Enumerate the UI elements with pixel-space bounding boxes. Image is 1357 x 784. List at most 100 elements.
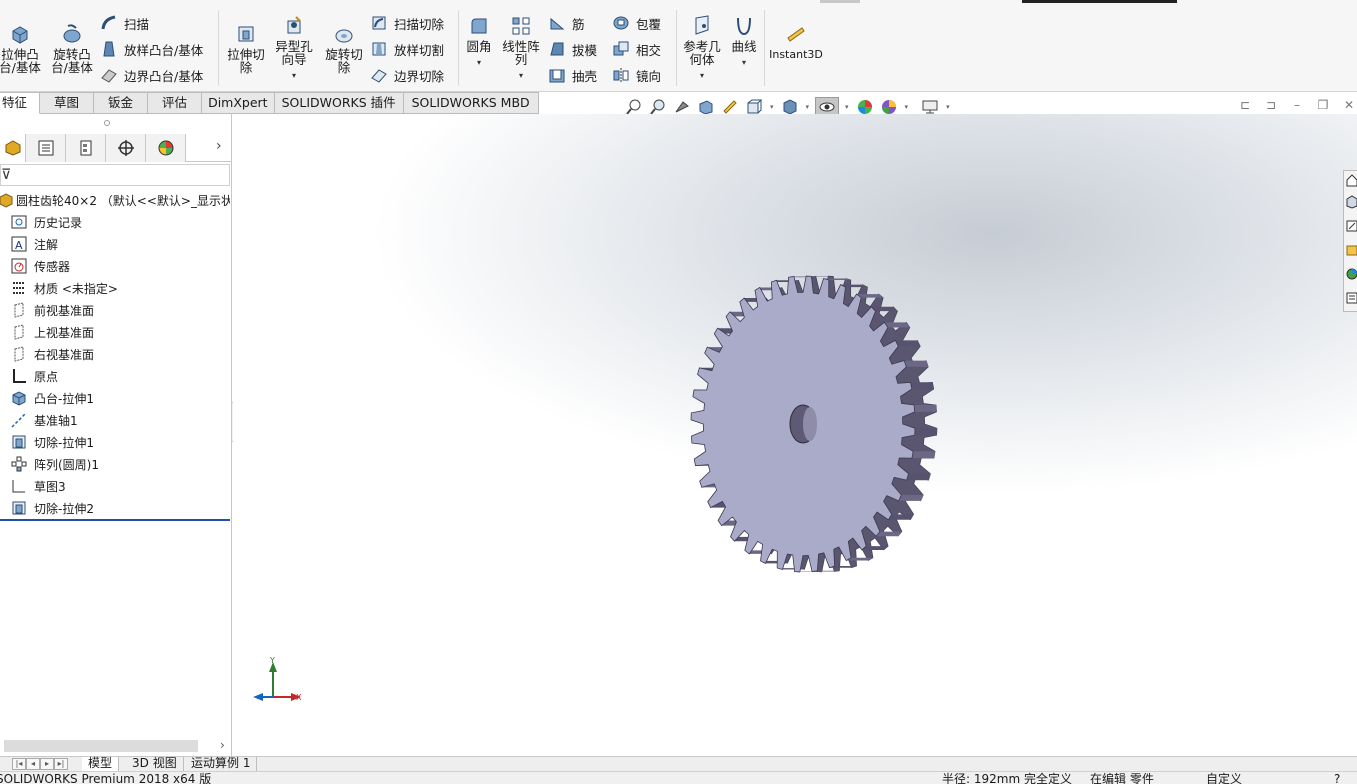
curves-button[interactable]: 曲线 ▾ [728, 14, 760, 69]
panel-grip[interactable] [104, 120, 110, 126]
design-library-icon[interactable] [1346, 219, 1357, 233]
extrude-boss-label: 拉伸凸 台/基体 [0, 47, 41, 75]
tree-item[interactable]: 历史记录 [0, 211, 230, 233]
more-tabs-chevron-icon[interactable]: › [216, 138, 222, 154]
extrude-boss-button[interactable]: 拉伸凸 台/基体 [0, 22, 42, 74]
wrap-button[interactable]: 包覆 [612, 13, 661, 33]
close-icon[interactable]: ✕ [1342, 98, 1356, 112]
graphics-area[interactable]: Y X [233, 114, 1357, 756]
first-tab-arrow-icon[interactable]: |◂ [12, 758, 26, 770]
tab-sketch[interactable]: 草图 [40, 92, 95, 114]
mirror-button[interactable]: 镜向 [612, 65, 661, 85]
tab-3d-views[interactable]: 3D 视图 [126, 757, 184, 771]
tree-item[interactable]: 前视基准面 [0, 299, 230, 321]
custom-properties-icon[interactable] [1346, 291, 1357, 305]
configuration-manager-tab[interactable] [66, 134, 106, 162]
ribbon-separator [218, 10, 219, 86]
restore-left-icon[interactable]: ⊏ [1238, 98, 1252, 112]
linear-pattern-dropdown[interactable]: ▾ [519, 69, 523, 82]
tab-motion-study[interactable]: 运动算例 1 [185, 757, 258, 771]
tree-item[interactable]: 草图3 [0, 475, 230, 497]
draft-button[interactable]: 拔模 [548, 39, 597, 59]
maximize-icon[interactable]: ❐ [1316, 98, 1330, 112]
appearances-icon[interactable] [1346, 267, 1357, 281]
tree-item[interactable]: 材质 <未指定> [0, 277, 230, 299]
extrude-boss-icon [12, 26, 28, 44]
lofted-cut-button[interactable]: 放样切割 [370, 39, 444, 59]
tree-root-part[interactable]: 圆柱齿轮40×2 （默认<<默认>_显示状态 [0, 189, 230, 211]
tree-item[interactable]: A 注解 [0, 233, 230, 255]
tab-evaluate[interactable]: 评估 [148, 92, 203, 114]
next-tab-arrow-icon[interactable]: ▸ [40, 758, 54, 770]
units-custom[interactable]: 自定义 [1206, 772, 1242, 784]
linear-pattern-label: 线性阵 列 [502, 39, 540, 67]
reference-geometry-dropdown[interactable]: ▾ [700, 69, 704, 82]
display-style-dropdown[interactable]: ▾ [806, 103, 810, 111]
tree-item[interactable]: 切除-拉伸2 [0, 497, 230, 519]
shell-button[interactable]: 抽壳 [548, 65, 597, 85]
extrude-cut-button[interactable]: 拉伸切 除 [224, 22, 268, 74]
gear-tooth-side [898, 494, 924, 501]
rib-button[interactable]: 筋 [548, 13, 585, 33]
tree-item[interactable]: 切除-拉伸1 [0, 431, 230, 453]
property-manager-tab[interactable] [26, 134, 66, 162]
tab-model[interactable]: 模型 [82, 757, 120, 771]
instant3d-icon [787, 27, 805, 42]
minimize-icon[interactable]: – [1290, 98, 1304, 112]
hole-wizard-button[interactable]: 异型孔 向导 ▾ [272, 14, 316, 82]
feature-manager-panel: › ⊽ 圆柱齿轮40×2 （默认<<默认>_显示状态 历史记录 A 注解 传感器材质 … [0, 114, 232, 756]
hide-show-dropdown[interactable]: ▾ [845, 103, 849, 111]
hole-wizard-dropdown[interactable]: ▾ [292, 69, 296, 82]
apply-scene-dropdown[interactable]: ▾ [905, 103, 909, 111]
mirror-label: 镜向 [636, 68, 662, 84]
display-manager-tab[interactable] [146, 134, 186, 162]
tree-item[interactable]: 原点 [0, 365, 230, 387]
revolve-cut-button[interactable]: 旋转切 除 [322, 22, 366, 74]
restore-right-icon[interactable]: ⊐ [1264, 98, 1278, 112]
gear-tooth-side [906, 473, 931, 481]
tree-item[interactable]: 右视基准面 [0, 343, 230, 365]
tab-solidworks-addins[interactable]: SOLIDWORKS 插件 [274, 92, 404, 114]
tree-item[interactable]: 凸台-拉伸1 [0, 387, 230, 409]
tab-scroll-arrows: |◂ ◂ ▸ ▸| [12, 758, 68, 770]
tree-item[interactable]: 阵列(圆周)1 [0, 453, 230, 475]
boundary-cut-button[interactable]: 边界切除 [370, 65, 444, 85]
scrollbar-track[interactable] [4, 740, 198, 752]
draft-icon [550, 42, 564, 56]
resources-icon[interactable] [1346, 195, 1357, 209]
reference-geometry-button[interactable]: 参考几 何体 ▾ [680, 14, 724, 82]
loft-boss-button[interactable]: 放样凸台/基体 [100, 39, 203, 59]
revolve-boss-button[interactable]: 旋转凸 台/基体 [48, 22, 96, 74]
linear-pattern-button[interactable]: 线性阵 列 ▾ [500, 14, 542, 82]
tab-sheet-metal[interactable]: 钣金 [94, 92, 149, 114]
instant3d-button[interactable]: Instant3D [768, 22, 824, 61]
curves-dropdown[interactable]: ▾ [742, 56, 746, 69]
feature-manager-tab[interactable] [0, 134, 26, 162]
view-orientation-dropdown[interactable]: ▾ [770, 103, 774, 111]
gear-model[interactable] [673, 264, 953, 594]
sweep-button[interactable]: 扫描 [100, 13, 149, 33]
tab-features[interactable]: 特征 [0, 92, 41, 114]
dimxpert-manager-tab[interactable] [106, 134, 146, 162]
tab-solidworks-mbd[interactable]: SOLIDWORKS MBD [403, 92, 539, 114]
tree-item-label: 材质 <未指定> [34, 281, 118, 296]
tree-item[interactable]: 上视基准面 [0, 321, 230, 343]
rollback-bar[interactable] [0, 519, 230, 521]
boundary-boss-button[interactable]: 边界凸台/基体 [100, 65, 203, 85]
file-explorer-icon[interactable] [1346, 243, 1357, 257]
swept-cut-button[interactable]: 扫描切除 [370, 13, 444, 33]
tree-item[interactable]: 基准轴1 [0, 409, 230, 431]
tree-horizontal-scrollbar[interactable]: › [0, 737, 232, 755]
intersect-button[interactable]: 相交 [612, 39, 661, 59]
fillet-button[interactable]: 圆角 ▾ [462, 14, 496, 69]
prev-tab-arrow-icon[interactable]: ◂ [26, 758, 40, 770]
tree-item[interactable]: 传感器 [0, 255, 230, 277]
tab-dimxpert[interactable]: DimXpert [202, 92, 275, 114]
view-settings-dropdown[interactable]: ▾ [946, 103, 950, 111]
last-tab-arrow-icon[interactable]: ▸| [54, 758, 68, 770]
scroll-right-arrow-icon[interactable]: › [220, 738, 225, 752]
help-icon[interactable]: ? [1334, 772, 1340, 784]
fillet-dropdown[interactable]: ▾ [477, 56, 481, 69]
tree-filter-field[interactable]: ⊽ [0, 164, 230, 186]
home-icon[interactable] [1346, 173, 1357, 187]
